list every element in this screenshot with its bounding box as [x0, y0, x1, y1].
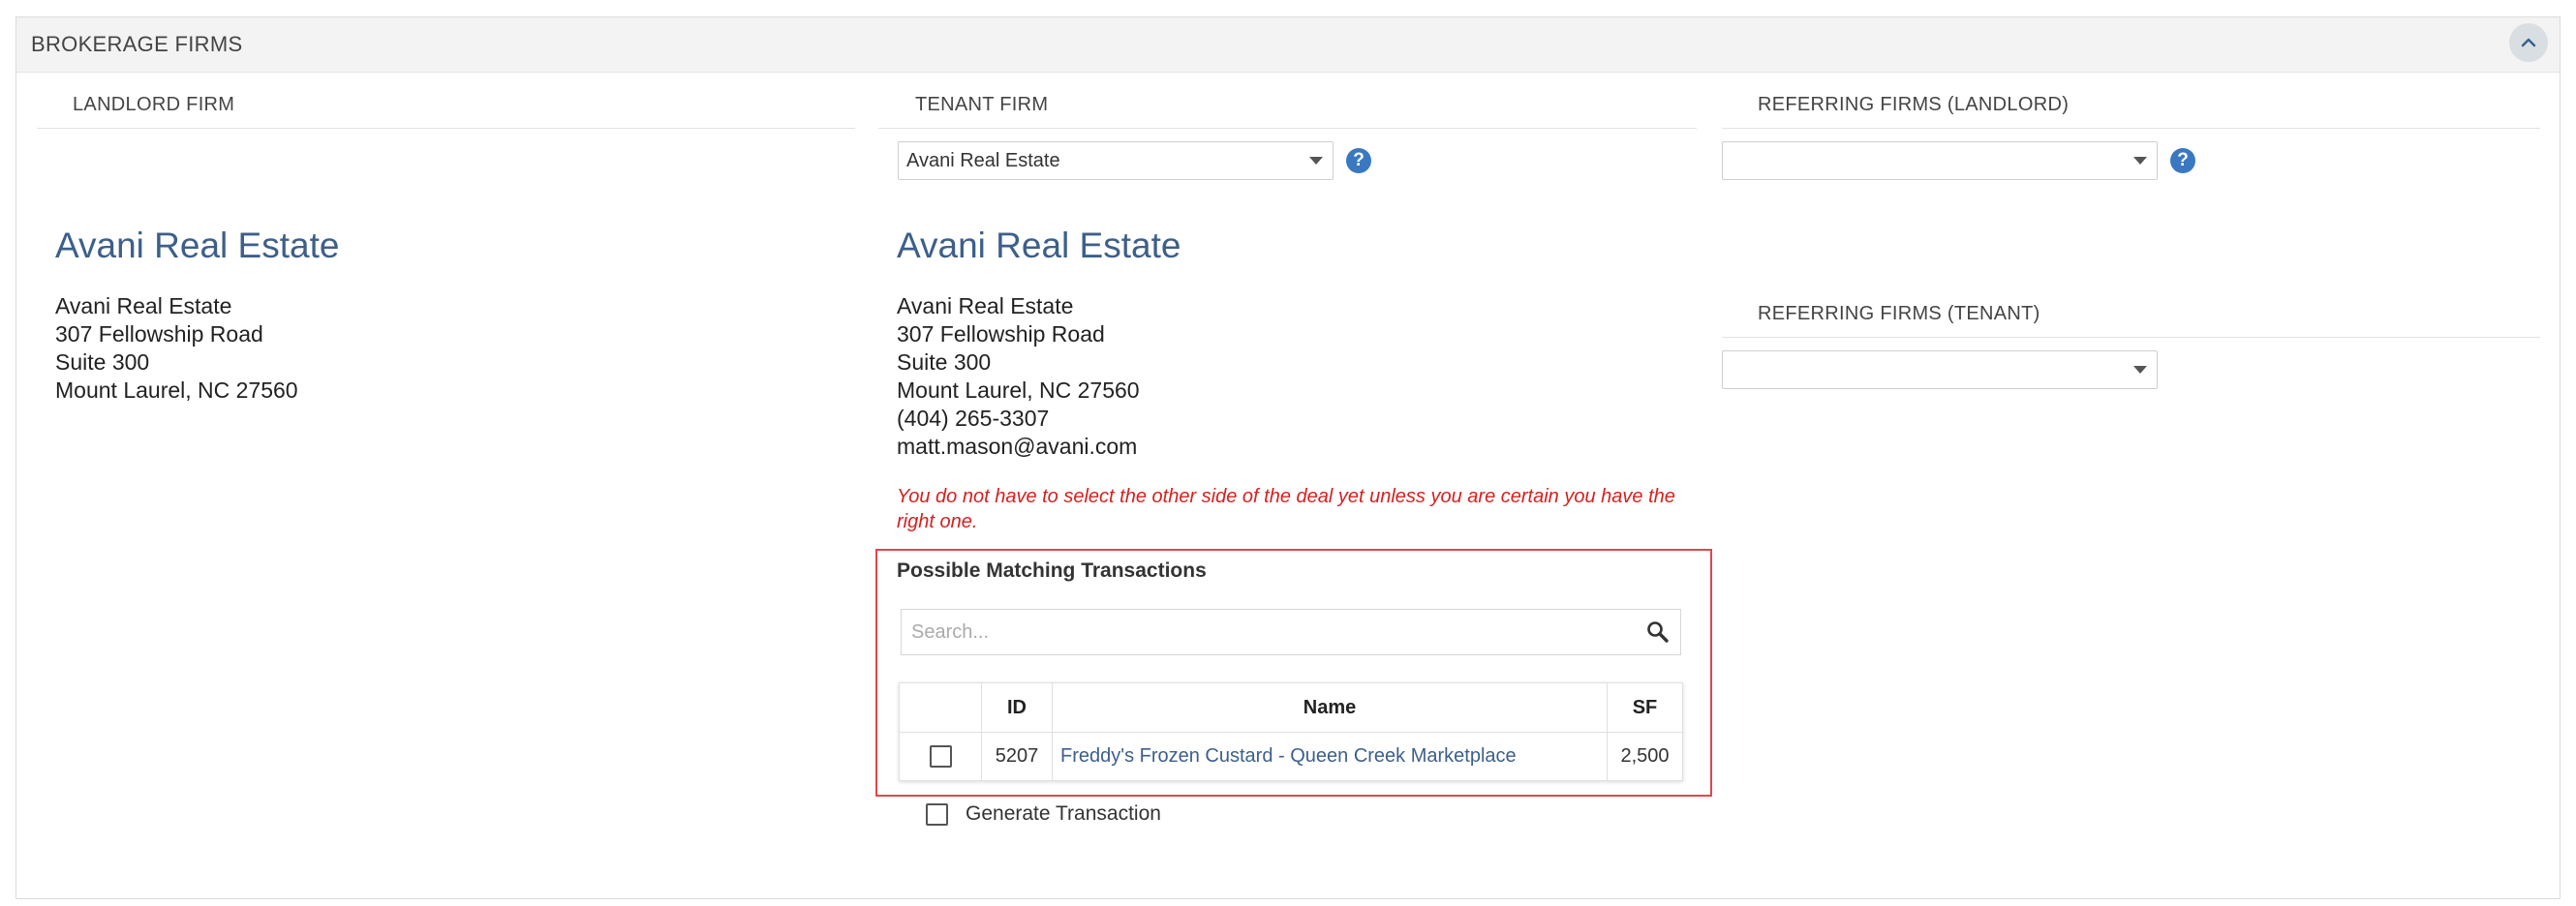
referring-tenant-select[interactable]	[1722, 350, 2158, 389]
landlord-firm-header: LANDLORD FIRM	[73, 94, 235, 115]
landlord-firm-name: Avani Real Estate	[55, 226, 340, 265]
email-line: matt.mason@avani.com	[897, 434, 1138, 459]
address-line: Mount Laurel, NC 27560	[55, 378, 298, 403]
question-circle-icon[interactable]: ?	[2170, 148, 2195, 173]
column-header-select	[899, 682, 982, 733]
referring-tenant-header: REFERRING FIRMS (TENANT)	[1758, 303, 2040, 324]
row-select-cell	[899, 732, 982, 781]
generate-transaction-row: Generate Transaction	[926, 802, 1161, 826]
transactions-table: ID Name SF 5207 Freddy's Frozen Custard …	[899, 682, 1683, 781]
table-header-row: ID Name SF	[899, 682, 1683, 733]
address-line: Suite 300	[55, 349, 150, 375]
address-line: 307 Fellowship Road	[897, 321, 1105, 347]
tenant-firm-select-value: Avani Real Estate	[906, 149, 1060, 171]
divider	[1722, 128, 2540, 129]
tenant-firm-select[interactable]: Avani Real Estate	[898, 141, 1334, 180]
generate-transaction-checkbox[interactable]	[926, 802, 948, 826]
row-checkbox[interactable]	[929, 745, 952, 769]
tenant-firm-name: Avani Real Estate	[897, 226, 1181, 265]
tenant-firm-address: Avani Real Estate 307 Fellowship Road Su…	[897, 292, 1140, 461]
panel-header: BROKERAGE FIRMS	[16, 17, 2560, 73]
address-line: Avani Real Estate	[55, 293, 232, 318]
chevron-down-icon	[2133, 157, 2147, 165]
table-row: 5207 Freddy's Frozen Custard - Queen Cre…	[899, 732, 1683, 781]
collapse-button[interactable]	[2509, 23, 2548, 62]
row-sf: 2,500	[1607, 732, 1683, 781]
chevron-down-icon	[2133, 366, 2147, 374]
search-input[interactable]	[909, 610, 1610, 654]
phone-line: (404) 265-3307	[897, 406, 1050, 431]
address-line: Mount Laurel, NC 27560	[897, 378, 1140, 403]
column-header-name: Name	[1052, 682, 1608, 733]
address-line: 307 Fellowship Road	[55, 321, 263, 347]
landlord-firm-address: Avani Real Estate 307 Fellowship Road Su…	[55, 292, 298, 405]
chevron-down-icon	[1309, 157, 1323, 165]
panel-title: BROKERAGE FIRMS	[31, 32, 243, 56]
divider	[878, 128, 1697, 129]
tenant-firm-header: TENANT FIRM	[915, 94, 1049, 115]
question-circle-icon[interactable]: ?	[1346, 148, 1371, 173]
row-name-link[interactable]: Freddy's Frozen Custard - Queen Creek Ma…	[1052, 732, 1608, 781]
referring-landlord-select[interactable]	[1722, 141, 2158, 180]
referring-landlord-header: REFERRING FIRMS (LANDLORD)	[1758, 94, 2070, 115]
row-id: 5207	[981, 732, 1053, 781]
generate-transaction-label[interactable]: Generate Transaction	[966, 802, 1161, 826]
matching-transactions-title: Possible Matching Transactions	[897, 559, 1207, 582]
column-header-sf: SF	[1607, 682, 1683, 733]
search-box	[901, 609, 1681, 655]
divider	[1722, 337, 2540, 338]
matching-transactions-box: Possible Matching Transactions ID Name S…	[875, 549, 1712, 797]
search-icon[interactable]	[1645, 619, 1671, 645]
warning-message: You do not have to select the other side…	[897, 486, 1675, 532]
divider	[37, 128, 855, 129]
column-header-id: ID	[981, 682, 1053, 733]
address-line: Avani Real Estate	[897, 293, 1074, 318]
chevron-up-icon	[2521, 38, 2536, 47]
address-line: Suite 300	[897, 349, 992, 375]
